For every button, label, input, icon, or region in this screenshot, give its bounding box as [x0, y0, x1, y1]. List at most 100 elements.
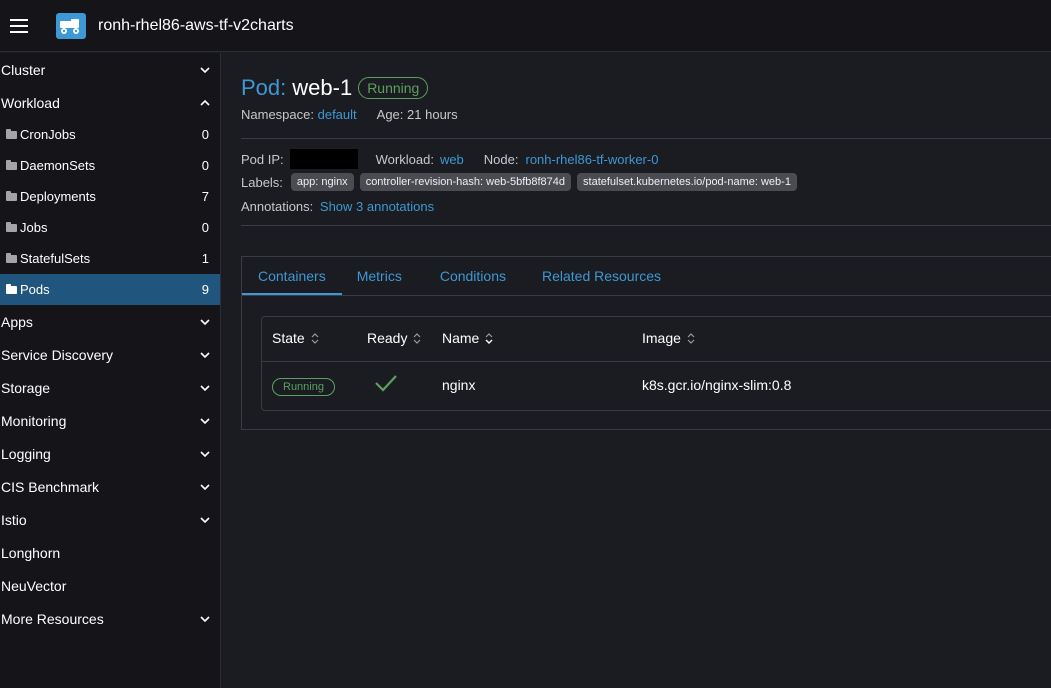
- sidebar-item-longhorn[interactable]: Longhorn: [0, 536, 220, 569]
- namespace-label: Namespace:: [241, 107, 314, 122]
- node-link[interactable]: ronh-rhel86-tf-worker-0: [526, 152, 659, 167]
- tab-containers[interactable]: Containers: [242, 257, 342, 295]
- tab-metrics[interactable]: Metrics: [342, 257, 422, 295]
- label-tag: controller-revision-hash: web-5bfb8f874d: [359, 173, 572, 191]
- sidebar-group-label: Workload: [1, 94, 60, 111]
- sidebar-group-more-resources[interactable]: More Resources: [0, 602, 220, 635]
- label-tag: statefulset.kubernetes.io/pod-name: web-…: [577, 173, 797, 191]
- sidebar-group-service-discovery[interactable]: Service Discovery: [0, 338, 220, 371]
- sidebar-item-neuvector[interactable]: NeuVector: [0, 569, 220, 602]
- sidebar-item-count: 1: [201, 251, 209, 266]
- column-label: State: [272, 330, 305, 346]
- resource-kind-link[interactable]: Pod:: [241, 75, 286, 101]
- node-label: Node:: [483, 151, 519, 167]
- resource-name: web-1: [292, 75, 353, 100]
- show-annotations-link[interactable]: Show 3 annotations: [320, 199, 434, 214]
- sidebar-group-label: Service Discovery: [1, 346, 114, 363]
- sidebar-group-label: Apps: [1, 313, 33, 330]
- folder-icon: [6, 159, 17, 170]
- status-badge: Running: [358, 77, 429, 99]
- sidebar-item-label: Pods: [20, 282, 50, 297]
- namespace-link[interactable]: default: [318, 107, 357, 122]
- hamburger-icon[interactable]: [0, 0, 38, 52]
- sidebar-item-deployments[interactable]: Deployments 7: [0, 181, 220, 212]
- sidebar-item-label: Jobs: [20, 220, 48, 235]
- folder-icon: [6, 252, 17, 263]
- chevron-down-icon: [200, 482, 210, 492]
- sidebar-item-cronjobs[interactable]: CronJobs 0: [0, 119, 220, 150]
- labels-row: Labels: app: nginx controller-revision-h…: [241, 173, 797, 191]
- column-header-ready[interactable]: Ready: [367, 317, 421, 359]
- annotations-label: Annotations:: [241, 199, 314, 214]
- sidebar-group-label: Monitoring: [1, 412, 67, 429]
- sidebar-item-label: StatefulSets: [20, 251, 91, 266]
- column-header-state[interactable]: State: [272, 317, 319, 359]
- sidebar-item-jobs[interactable]: Jobs 0: [0, 212, 220, 243]
- sidebar-group-workload[interactable]: Workload: [0, 86, 220, 119]
- sort-icon: [485, 332, 493, 344]
- age-value: 21 hours: [407, 107, 458, 122]
- sort-icon: [311, 332, 319, 344]
- sidebar-group-istio[interactable]: Istio: [0, 503, 220, 536]
- workload-label: Workload:: [375, 151, 434, 167]
- annotations-row: Annotations: Show 3 annotations: [241, 199, 434, 214]
- page-title: Pod: web-1 Running: [241, 75, 429, 101]
- sidebar-item-count: 9: [201, 282, 209, 297]
- sidebar-group-label: CIS Benchmark: [1, 478, 100, 495]
- sidebar-item-daemonsets[interactable]: DaemonSets 0: [0, 150, 220, 181]
- sidebar-item-count: 7: [201, 189, 209, 204]
- sort-icon: [687, 332, 695, 344]
- state-badge: Running: [272, 378, 335, 396]
- folder-icon: [6, 190, 17, 201]
- tab-related-resources[interactable]: Related Resources: [524, 257, 677, 295]
- cluster-name[interactable]: ronh-rhel86-aws-tf-v2charts: [98, 17, 294, 35]
- folder-icon: [6, 128, 17, 139]
- tabs-panel: Containers Metrics Conditions Related Re…: [241, 256, 1051, 430]
- chevron-down-icon: [200, 383, 210, 393]
- age-label: Age:: [376, 107, 404, 122]
- chevron-down-icon: [200, 350, 210, 360]
- pod-ip-redacted: [289, 149, 358, 169]
- container-image: k8s.gcr.io/nginx-slim:0.8: [642, 377, 792, 393]
- sidebar-item-label: Deployments: [20, 189, 96, 204]
- sidebar-group-label: Longhorn: [1, 544, 61, 561]
- container-name: nginx: [442, 377, 476, 393]
- sort-icon: [413, 332, 421, 344]
- table-header: State Ready Name Image: [262, 317, 1051, 362]
- sidebar-item-count: 0: [201, 158, 209, 173]
- sidebar-group-monitoring[interactable]: Monitoring: [0, 404, 220, 437]
- label-tag: app: nginx: [290, 173, 354, 191]
- sidebar-group-label: Logging: [1, 445, 51, 462]
- column-header-name[interactable]: Name: [442, 317, 493, 359]
- tab-bar: Containers Metrics Conditions Related Re…: [242, 257, 1051, 296]
- sidebar-group-label: Storage: [1, 379, 51, 396]
- check-icon: [374, 374, 398, 395]
- sidebar-item-pods[interactable]: Pods 9: [0, 274, 220, 305]
- sidebar-group-apps[interactable]: Apps: [0, 305, 220, 338]
- chevron-down-icon: [200, 416, 210, 426]
- divider: [241, 138, 1051, 139]
- sidebar-group-storage[interactable]: Storage: [0, 371, 220, 404]
- top-bar: ronh-rhel86-aws-tf-v2charts: [0, 0, 1051, 52]
- chevron-down-icon: [200, 449, 210, 459]
- workload-link[interactable]: web: [440, 152, 464, 167]
- sidebar-group-logging[interactable]: Logging: [0, 437, 220, 470]
- namespace-row: Namespace: default Age: 21 hours: [241, 107, 458, 122]
- sidebar: Cluster Workload CronJobs 0 DaemonSets 0…: [0, 53, 221, 688]
- sidebar-item-statefulsets[interactable]: StatefulSets 1: [0, 243, 220, 274]
- sidebar-group-cluster[interactable]: Cluster: [0, 53, 220, 86]
- state-cell: Running: [272, 362, 335, 408]
- table-row[interactable]: Running nginx k8s.gcr.io/nginx-slim:0.8: [262, 362, 1051, 410]
- cluster-logo-icon[interactable]: [56, 12, 86, 39]
- chevron-down-icon: [200, 317, 210, 327]
- labels-label: Labels:: [241, 174, 283, 190]
- divider: [241, 225, 1051, 226]
- tab-conditions[interactable]: Conditions: [422, 257, 524, 295]
- column-label: Ready: [367, 330, 408, 346]
- sidebar-group-cis-benchmark[interactable]: CIS Benchmark: [0, 470, 220, 503]
- chevron-up-icon: [200, 98, 210, 108]
- sidebar-group-label: More Resources: [1, 610, 104, 627]
- column-header-image[interactable]: Image: [642, 317, 695, 359]
- sidebar-group-label: NeuVector: [1, 577, 67, 594]
- sidebar-item-label: CronJobs: [20, 127, 76, 142]
